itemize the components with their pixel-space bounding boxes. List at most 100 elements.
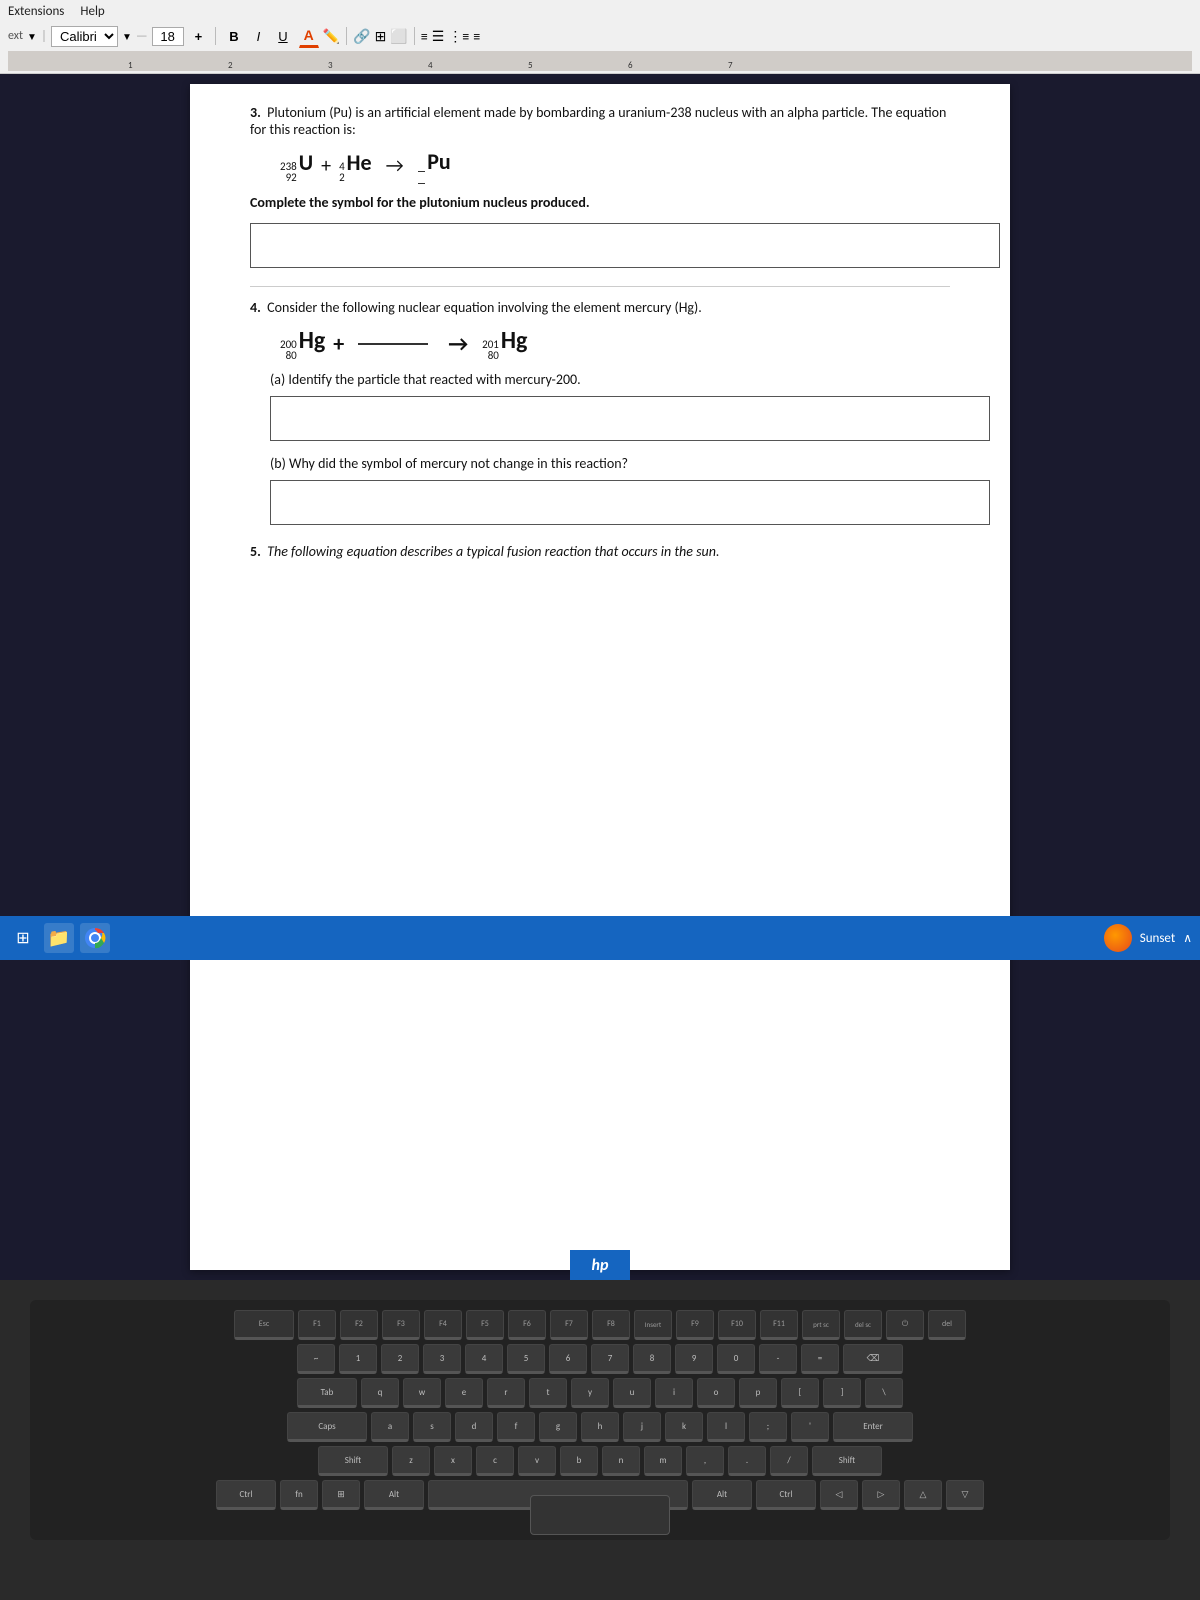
key-j[interactable]: j — [623, 1412, 661, 1442]
key-4[interactable]: 4 — [465, 1344, 503, 1374]
key-f7[interactable]: F7 — [550, 1310, 588, 1340]
key-y[interactable]: y — [571, 1378, 609, 1408]
answer-box-3[interactable] — [250, 223, 1000, 268]
key-p[interactable]: p — [739, 1378, 777, 1408]
key-h[interactable]: h — [581, 1412, 619, 1442]
key-tilde[interactable]: ~ — [297, 1344, 335, 1374]
key-r[interactable]: r — [487, 1378, 525, 1408]
indent-icon[interactable]: ⋮≡ — [448, 28, 469, 45]
key-equals[interactable]: = — [801, 1344, 839, 1374]
plus-box-icon[interactable]: ⊞ — [375, 28, 387, 45]
bold-button[interactable]: B — [222, 26, 245, 47]
key-left[interactable]: ◁ — [820, 1480, 858, 1510]
key-2[interactable]: 2 — [381, 1344, 419, 1374]
key-comma[interactable]: , — [686, 1446, 724, 1476]
key-backslash[interactable]: \ — [865, 1378, 903, 1408]
key-semicolon[interactable]: ; — [749, 1412, 787, 1442]
key-9[interactable]: 9 — [675, 1344, 713, 1374]
key-i[interactable]: i — [655, 1378, 693, 1408]
key-3[interactable]: 3 — [423, 1344, 461, 1374]
key-fn[interactable]: fn — [280, 1480, 318, 1510]
key-enter[interactable]: Enter — [833, 1412, 913, 1442]
menu-extensions[interactable]: Extensions — [8, 4, 64, 19]
taskbar-chrome-icon[interactable] — [80, 923, 110, 953]
key-tab[interactable]: Tab — [297, 1378, 357, 1408]
key-e[interactable]: e — [445, 1378, 483, 1408]
key-rshift[interactable]: Shift — [812, 1446, 882, 1476]
list-icon[interactable]: ☰ — [432, 28, 445, 45]
dropdown-arrow[interactable]: ▼ — [27, 30, 37, 43]
italic-button[interactable]: I — [250, 26, 268, 47]
align-icon[interactable]: ≡ — [421, 28, 428, 45]
key-down[interactable]: ▽ — [946, 1480, 984, 1510]
font-selector[interactable]: Calibri — [51, 26, 118, 47]
key-c[interactable]: c — [476, 1446, 514, 1476]
key-caps[interactable]: Caps — [287, 1412, 367, 1442]
key-0[interactable]: 0 — [717, 1344, 755, 1374]
key-period[interactable]: . — [728, 1446, 766, 1476]
key-f5[interactable]: F5 — [466, 1310, 504, 1340]
key-slash[interactable]: / — [770, 1446, 808, 1476]
key-f[interactable]: f — [497, 1412, 535, 1442]
key-power[interactable]: ⏻ — [886, 1310, 924, 1340]
more-icon[interactable]: ≡ — [473, 28, 480, 45]
key-lbracket[interactable]: [ — [781, 1378, 819, 1408]
key-v[interactable]: v — [518, 1446, 556, 1476]
key-f1[interactable]: F1 — [298, 1310, 336, 1340]
key-f11[interactable]: F11 — [760, 1310, 798, 1340]
key-f8[interactable]: F8 — [592, 1310, 630, 1340]
answer-box-4b[interactable] — [270, 480, 990, 525]
key-lalt[interactable]: Alt — [364, 1480, 424, 1510]
key-prtsc[interactable]: prt sc — [802, 1310, 840, 1340]
key-o[interactable]: o — [697, 1378, 735, 1408]
key-7[interactable]: 7 — [591, 1344, 629, 1374]
key-1[interactable]: 1 — [339, 1344, 377, 1374]
key-esc[interactable]: Esc — [234, 1310, 294, 1340]
key-lctrl[interactable]: Ctrl — [216, 1480, 276, 1510]
key-rctrl[interactable]: Ctrl — [756, 1480, 816, 1510]
key-ralt[interactable]: Alt — [692, 1480, 752, 1510]
key-k[interactable]: k — [665, 1412, 703, 1442]
key-minus[interactable]: - — [759, 1344, 797, 1374]
key-delsc[interactable]: del sc — [844, 1310, 882, 1340]
pencil-icon[interactable]: ✏️ — [323, 28, 340, 45]
answer-box-4a[interactable] — [270, 396, 990, 441]
touchpad[interactable] — [530, 1495, 670, 1535]
key-6[interactable]: 6 — [549, 1344, 587, 1374]
key-n[interactable]: n — [602, 1446, 640, 1476]
underline-button[interactable]: U — [271, 26, 294, 47]
square-icon[interactable]: ⬜ — [390, 28, 407, 45]
key-u[interactable]: u — [613, 1378, 651, 1408]
key-d[interactable]: d — [455, 1412, 493, 1442]
key-f9[interactable]: F9 — [676, 1310, 714, 1340]
key-f3[interactable]: F3 — [382, 1310, 420, 1340]
key-up[interactable]: △ — [904, 1480, 942, 1510]
font-color-button[interactable]: A — [299, 24, 319, 48]
key-rbracket[interactable]: ] — [823, 1378, 861, 1408]
link-icon[interactable]: 🔗 — [353, 28, 370, 45]
key-l[interactable]: l — [707, 1412, 745, 1442]
key-f10[interactable]: F10 — [718, 1310, 756, 1340]
key-8[interactable]: 8 — [633, 1344, 671, 1374]
key-win[interactable]: ⊞ — [322, 1480, 360, 1510]
font-size-input[interactable] — [152, 27, 184, 46]
key-m[interactable]: m — [644, 1446, 682, 1476]
font-dropdown-arrow[interactable]: ▼ — [122, 30, 132, 43]
key-t[interactable]: t — [529, 1378, 567, 1408]
key-z[interactable]: z — [392, 1446, 430, 1476]
key-b[interactable]: b — [560, 1446, 598, 1476]
menu-help[interactable]: Help — [80, 4, 104, 19]
key-f6[interactable]: F6 — [508, 1310, 546, 1340]
taskbar-folder-icon[interactable]: 📁 — [44, 923, 74, 953]
key-quote[interactable]: ' — [791, 1412, 829, 1442]
key-x[interactable]: x — [434, 1446, 472, 1476]
key-q[interactable]: q — [361, 1378, 399, 1408]
increase-size-button[interactable]: + — [188, 26, 210, 47]
key-f4[interactable]: F4 — [424, 1310, 462, 1340]
expand-icon[interactable]: ∧ — [1183, 931, 1192, 946]
key-f2[interactable]: F2 — [340, 1310, 378, 1340]
key-lshift[interactable]: Shift — [318, 1446, 388, 1476]
taskbar-grid-icon[interactable]: ⊞ — [8, 923, 38, 953]
key-w[interactable]: w — [403, 1378, 441, 1408]
key-right[interactable]: ▷ — [862, 1480, 900, 1510]
